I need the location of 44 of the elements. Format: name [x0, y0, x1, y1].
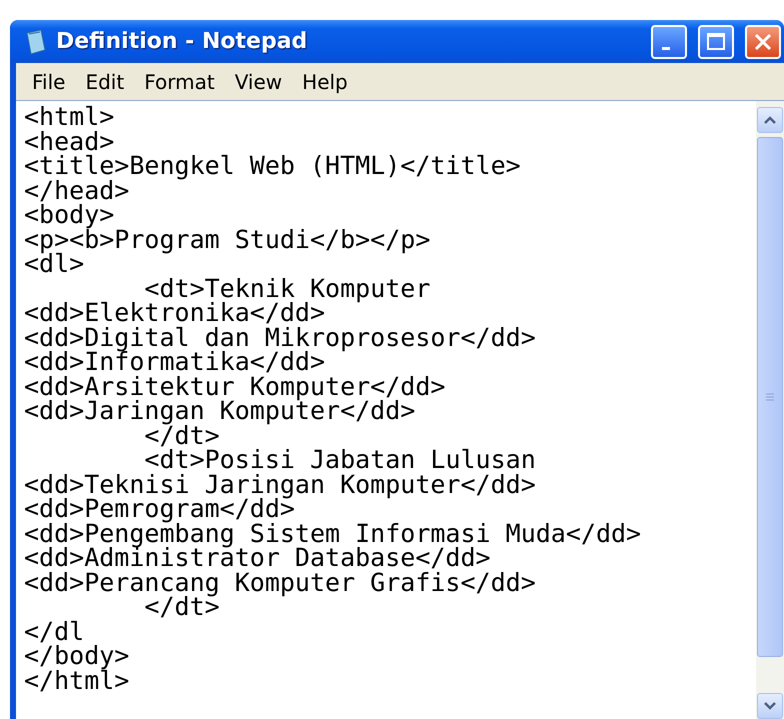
code-line: <dd>Digital dan Mikroprosesor</dd> — [24, 326, 536, 350]
code-line: <body> — [24, 203, 114, 228]
code-line: </html> — [24, 668, 130, 693]
code-line: </head> — [24, 178, 130, 203]
code-line: <dd>Jaringan Komputer</dd> — [24, 399, 416, 424]
menu-item[interactable]: Format — [136, 68, 223, 96]
code-line: <dd>Elektronika</dd> — [24, 301, 326, 326]
code-line: <dd>Pemrogram</dd> — [24, 497, 295, 522]
code-line: <dt>Posisi Jabatan Lulusan — [143, 448, 536, 472]
close-button[interactable] — [745, 24, 781, 58]
minimize-icon — [662, 46, 670, 50]
menu-item[interactable]: View — [226, 68, 290, 96]
maximize-icon — [706, 32, 726, 52]
code-line: <dd>Perancang Komputer Grafis</dd> — [24, 570, 536, 595]
code-line: <dd>Administrator Database</dd> — [24, 546, 491, 570]
code-line: <dd>Pengembang Sistem Informasi Muda</dd> — [24, 522, 642, 546]
code-line: <title>Bengkel Web (HTML)</title> — [24, 154, 521, 178]
scroll-up-button[interactable] — [757, 107, 783, 133]
notepad-icon — [24, 28, 48, 54]
code-line: <dt>Teknik Komputer — [144, 276, 430, 301]
code-line: </dt> — [144, 595, 220, 620]
code-line: <p><b>Program Studi</b></p> — [24, 228, 430, 252]
menu-item[interactable]: Help — [294, 68, 356, 96]
chevron-up-icon — [764, 116, 776, 124]
minimize-button[interactable] — [651, 24, 687, 58]
menu-item[interactable]: Edit — [77, 68, 132, 96]
maximize-button[interactable] — [698, 24, 734, 58]
close-icon — [753, 32, 773, 52]
code-line: <html> — [24, 105, 114, 130]
scroll-down-button[interactable] — [757, 693, 783, 719]
code-line: <dd>Teknisi Jaringan Komputer</dd> — [24, 472, 536, 497]
code-line: <dd>Arsitektur Komputer</dd> — [24, 374, 446, 399]
code-line: <head> — [24, 130, 114, 154]
code-line: </dt> — [144, 424, 220, 448]
code-line: </dl — [24, 620, 84, 644]
scroll-thumb[interactable] — [757, 137, 783, 657]
chevron-down-icon — [764, 702, 776, 710]
window-title: Definition - Notepad — [56, 29, 308, 54]
code-line: </body> — [24, 644, 130, 668]
menu-item[interactable]: File — [24, 68, 74, 96]
code-line: <dd>Informatika</dd> — [24, 350, 326, 374]
code-line: <dl> — [24, 252, 84, 276]
grip-icon — [765, 392, 775, 402]
vertical-scrollbar[interactable] — [756, 101, 784, 719]
